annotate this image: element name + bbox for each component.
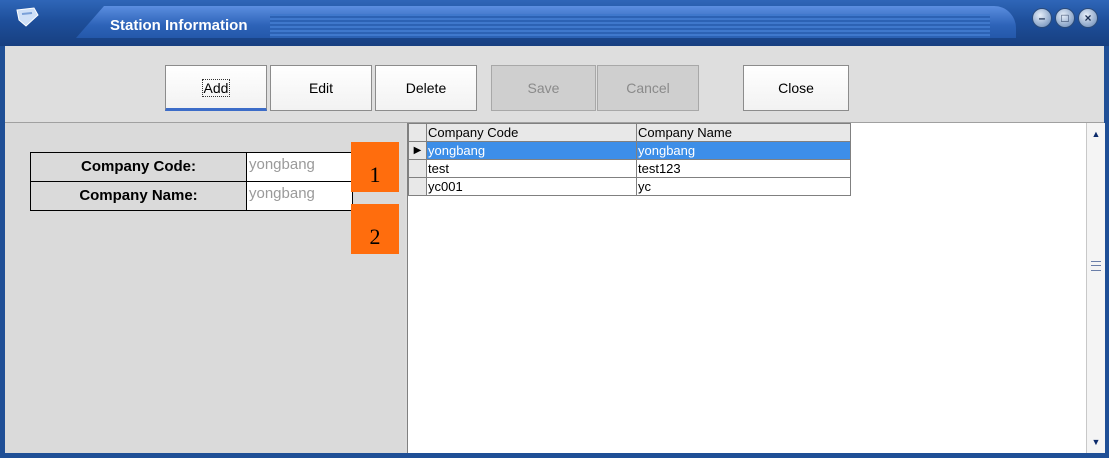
add-button-label: Add xyxy=(201,79,231,97)
grid-header-row: Company Code Company Name xyxy=(408,123,851,142)
edit-button-label: Edit xyxy=(308,80,334,96)
cell-company-name[interactable]: test123 xyxy=(636,159,851,178)
company-name-row: Company Name: yongbang xyxy=(30,181,353,211)
cancel-button-label: Cancel xyxy=(626,80,670,96)
company-code-field[interactable]: yongbang xyxy=(247,153,352,181)
row-indicator xyxy=(408,177,427,196)
cell-company-code[interactable]: test xyxy=(426,159,637,178)
station-information-window: Station Information – □ × Add Edit Delet… xyxy=(0,0,1109,458)
table-row[interactable]: test test123 xyxy=(408,159,851,178)
company-code-row: Company Code: yongbang xyxy=(30,152,353,182)
toolbar: Add Edit Delete Save Cancel Close xyxy=(5,46,1104,123)
title-bar[interactable]: Station Information – □ × xyxy=(0,0,1109,46)
cell-company-code[interactable]: yongbang xyxy=(426,141,637,160)
table-row[interactable]: yc001 yc xyxy=(408,177,851,196)
row-indicator xyxy=(408,159,427,178)
callout-2: 2 xyxy=(351,204,399,254)
scroll-down-icon[interactable]: ▼ xyxy=(1089,435,1103,449)
edit-button[interactable]: Edit xyxy=(270,65,372,111)
close-button-label: Close xyxy=(778,80,814,96)
window-title: Station Information xyxy=(110,17,248,34)
table-row[interactable]: ▶ yongbang yongbang xyxy=(408,141,851,160)
client-area: Add Edit Delete Save Cancel Close Compan… xyxy=(5,46,1105,453)
row-indicator-header xyxy=(408,123,427,142)
delete-button-label: Delete xyxy=(405,80,447,96)
title-stripe xyxy=(270,14,990,38)
column-header-company-code[interactable]: Company Code xyxy=(426,123,637,142)
maximize-icon[interactable]: □ xyxy=(1055,8,1075,28)
close-icon[interactable]: × xyxy=(1078,8,1098,28)
column-header-company-name[interactable]: Company Name xyxy=(636,123,851,142)
cell-company-name[interactable]: yongbang xyxy=(636,141,851,160)
company-name-field[interactable]: yongbang xyxy=(247,182,352,210)
close-button[interactable]: Close xyxy=(743,65,849,111)
save-button-label: Save xyxy=(527,80,560,96)
row-pointer-icon: ▶ xyxy=(408,141,427,160)
data-grid-panel: Company Code Company Name ▶ yongbang yon… xyxy=(407,123,1105,453)
scroll-up-icon[interactable]: ▲ xyxy=(1089,127,1103,141)
cell-company-code[interactable]: yc001 xyxy=(426,177,637,196)
minimize-icon[interactable]: – xyxy=(1032,8,1052,28)
delete-button[interactable]: Delete xyxy=(375,65,477,111)
form-panel: Company Code: yongbang Company Name: yon… xyxy=(5,123,405,453)
callout-1: 1 xyxy=(351,142,399,192)
save-button[interactable]: Save xyxy=(491,65,596,111)
company-grid: Company Code Company Name ▶ yongbang yon… xyxy=(408,123,851,196)
vertical-scrollbar[interactable]: ▲ ▼ xyxy=(1086,123,1105,453)
company-code-label: Company Code: xyxy=(31,153,247,181)
cancel-button[interactable]: Cancel xyxy=(597,65,699,111)
app-icon xyxy=(16,7,39,27)
add-button[interactable]: Add xyxy=(165,65,267,111)
cell-company-name[interactable]: yc xyxy=(636,177,851,196)
company-name-label: Company Name: xyxy=(31,182,247,210)
scroll-grip-icon[interactable] xyxy=(1091,261,1101,271)
